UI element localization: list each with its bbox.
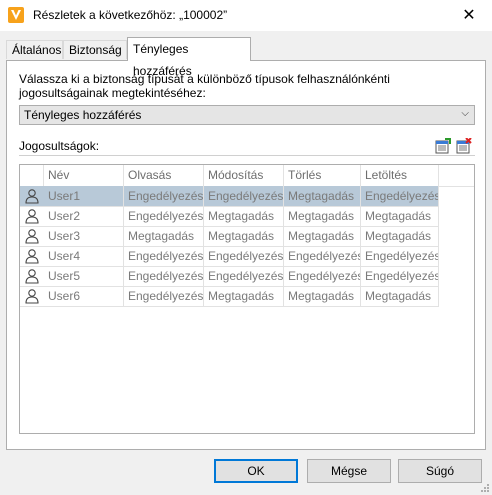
user-icon	[25, 229, 39, 244]
description-text: Válassza ki a biztonság típusát a különb…	[19, 72, 390, 100]
cell-name: User5	[44, 266, 124, 286]
column-header-download[interactable]: Letöltés	[361, 165, 439, 186]
security-type-select[interactable]: Tényleges hozzáférés ⌵	[19, 105, 475, 125]
table-row[interactable]: User3 Megtagadás Megtagadás Megtagadás Megta…	[20, 226, 439, 247]
cell-read: Engedélyezés	[124, 286, 204, 306]
header-icon-column	[20, 165, 44, 186]
window-title: Részletek a következőhöz: „100002”	[33, 8, 228, 22]
column-header-modify[interactable]: Módosítás	[204, 165, 284, 186]
tab-panel: Válassza ki a biztonság típusát a különb…	[6, 60, 486, 450]
table-row[interactable]: User4 Engedélyezés Engedélyezés Engedélyezé…	[20, 246, 439, 267]
cell-name: User4	[44, 246, 124, 266]
app-logo-icon	[8, 7, 24, 23]
cell-delete: Megtagadás	[284, 206, 361, 226]
cell-delete: Megtagadás	[284, 226, 361, 246]
permissions-grid[interactable]: Név Olvasás Módosítás Törlés Letöltés Us…	[19, 164, 475, 434]
cell-modify: Megtagadás	[204, 226, 284, 246]
cell-read: Engedélyezés	[124, 266, 204, 286]
close-button[interactable]: ✕	[446, 0, 492, 31]
table-row[interactable]: User6 Engedélyezés Megtagadás Megtagadás Meg…	[20, 286, 439, 307]
cell-download: Megtagadás	[361, 226, 439, 246]
tab-general[interactable]: Általános	[6, 40, 63, 59]
cell-modify: Megtagadás	[204, 206, 284, 226]
cancel-button[interactable]: Mégse	[307, 459, 391, 483]
cell-read: Engedélyezés	[124, 206, 204, 226]
table-row[interactable]: User5 Engedélyezés Engedélyezés Engedélyezé…	[20, 266, 439, 287]
column-header-name[interactable]: Név	[44, 165, 124, 186]
user-icon	[25, 189, 39, 204]
separator	[19, 155, 475, 156]
cell-name: User6	[44, 286, 124, 306]
cell-download: Megtagadás	[361, 206, 439, 226]
cell-read: Megtagadás	[124, 226, 204, 246]
cell-delete: Engedélyezés	[284, 266, 361, 286]
help-button[interactable]: Súgó	[398, 459, 482, 483]
cell-delete: Engedélyezés	[284, 246, 361, 266]
cell-read: Engedélyezés	[124, 186, 204, 206]
chevron-down-icon: ⌵	[461, 108, 469, 119]
cell-modify: Engedélyezés	[204, 186, 284, 206]
export-list-icon[interactable]	[435, 138, 451, 154]
table-row[interactable]: User1 Engedélyezés Engedélyezés Megtagadás E…	[20, 186, 439, 207]
cell-download: Engedélyezés	[361, 266, 439, 286]
user-icon	[25, 209, 39, 224]
cell-name: User2	[44, 206, 124, 226]
column-header-read[interactable]: Olvasás	[124, 165, 204, 186]
cell-modify: Engedélyezés	[204, 246, 284, 266]
resize-grip-icon[interactable]	[480, 483, 490, 493]
cell-name: User1	[44, 186, 124, 206]
tab-security[interactable]: Biztonság	[63, 40, 127, 59]
table-row[interactable]: User2 Engedélyezés Megtagadás Megtagadás Meg…	[20, 206, 439, 227]
user-icon	[25, 269, 39, 284]
remove-list-icon[interactable]	[456, 138, 472, 154]
cell-delete: Megtagadás	[284, 286, 361, 306]
user-icon	[25, 249, 39, 264]
ok-button[interactable]: OK	[214, 459, 298, 483]
cell-download: Engedélyezés	[361, 186, 439, 206]
cell-read: Engedélyezés	[124, 246, 204, 266]
tab-effective-access[interactable]: Tényleges hozzáférés	[127, 37, 251, 78]
cell-download: Engedélyezés	[361, 246, 439, 266]
select-value: Tényleges hozzáférés	[24, 108, 142, 122]
grid-header: Név Olvasás Módosítás Törlés Letöltés	[20, 165, 474, 187]
user-icon	[25, 289, 39, 304]
cell-modify: Engedélyezés	[204, 266, 284, 286]
cell-modify: Megtagadás	[204, 286, 284, 306]
cell-delete: Megtagadás	[284, 186, 361, 206]
cell-name: User3	[44, 226, 124, 246]
title-bar: Részletek a következőhöz: „100002” ✕	[0, 0, 492, 31]
cell-download: Megtagadás	[361, 286, 439, 306]
column-header-delete[interactable]: Törlés	[284, 165, 361, 186]
permissions-label: Jogosultságok:	[19, 139, 100, 153]
